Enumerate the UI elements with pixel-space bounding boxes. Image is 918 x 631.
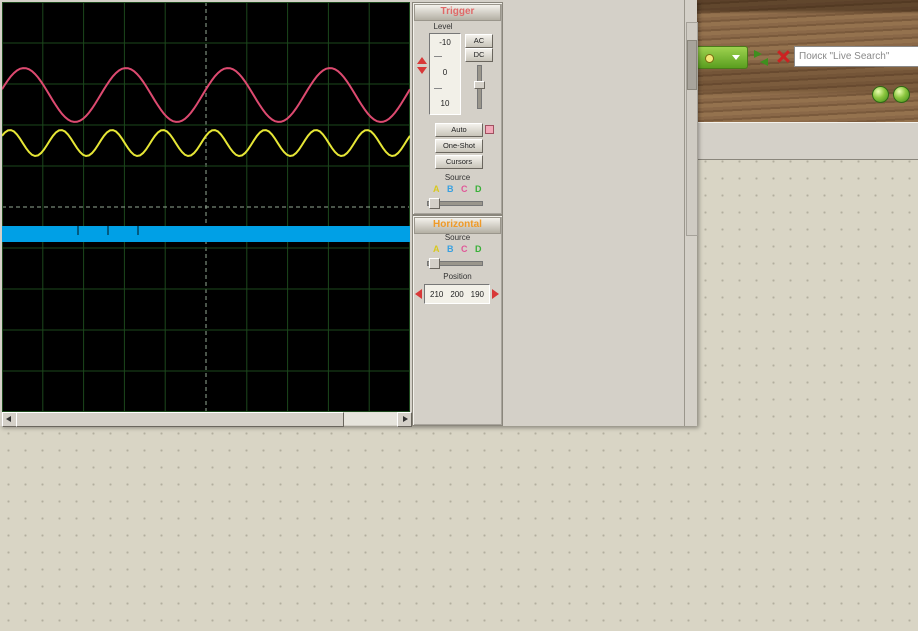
horizontal-position-label: Position <box>413 272 502 281</box>
horizontal-source-c[interactable]: C <box>461 244 468 254</box>
trigger-fine-slider[interactable] <box>474 65 483 109</box>
scale-value: 190 <box>471 290 484 299</box>
trigger-source-b[interactable]: B <box>447 184 454 194</box>
trigger-source-c[interactable]: C <box>461 184 468 194</box>
trigger-ac-button[interactable]: AC <box>465 34 493 48</box>
scale-value: 200 <box>450 290 463 299</box>
horizontal-source-b[interactable]: B <box>447 244 454 254</box>
screen: TriggerLevel-10010ACDCAutoOne-ShotCursor… <box>0 0 918 631</box>
side-scrollbar-thumb[interactable] <box>687 40 697 90</box>
screen-scrollbar[interactable] <box>2 412 410 425</box>
trigger-source-slider[interactable] <box>427 198 483 207</box>
waveform-display <box>2 2 410 412</box>
slider-thumb[interactable] <box>429 198 440 209</box>
trigger-auto-lamp <box>485 125 494 134</box>
side-scrollbar[interactable] <box>684 0 697 426</box>
trigger-cursors-button[interactable]: Cursors <box>435 155 483 169</box>
horizontal-source-label: Source <box>413 233 502 242</box>
arrow-left-icon <box>760 58 768 66</box>
scroll-right-button[interactable] <box>397 412 412 427</box>
horizontal-panel: HorizontalSource ABCD Position 210 200 190 <box>412 215 503 426</box>
desktop-area <box>696 0 918 122</box>
position-arrow-right-icon[interactable] <box>492 289 499 299</box>
position-arrow-left-icon[interactable] <box>415 289 422 299</box>
trigger-level-arrows[interactable] <box>417 57 427 74</box>
search-scope-dropdown[interactable] <box>696 46 748 69</box>
slider-thumb[interactable] <box>429 258 440 269</box>
trigger-dc-button[interactable]: DC <box>465 48 493 62</box>
swap-icon[interactable] <box>752 47 772 67</box>
arrow-down-icon <box>417 67 427 74</box>
oscilloscope-window: TriggerLevel-10010ACDCAutoOne-ShotCursor… <box>0 0 697 426</box>
horizontal-position-slider[interactable]: 210 200 190 <box>424 284 490 304</box>
trigger-one-shot-button[interactable]: One-Shot <box>435 139 483 153</box>
arrow-right-icon <box>754 50 762 58</box>
application-toolbar <box>696 122 918 160</box>
slider-thumb[interactable] <box>474 81 485 89</box>
scroll-right-icon <box>403 416 408 422</box>
scale-value: 210 <box>430 290 443 299</box>
scale-tick <box>434 88 442 89</box>
status-orb-2[interactable] <box>893 86 910 103</box>
dropdown-dot-icon <box>705 54 714 63</box>
scale-value: 10 <box>430 98 460 110</box>
scale-value: 0 <box>430 67 460 79</box>
chevron-down-icon <box>732 55 740 60</box>
trigger-level-slider[interactable]: -10 0 10 <box>429 33 461 115</box>
trigger-source-d[interactable]: D <box>475 184 482 194</box>
scroll-left-button[interactable] <box>2 412 17 427</box>
scroll-left-icon <box>6 416 11 422</box>
arrow-up-icon <box>417 57 427 64</box>
trigger-source-a[interactable]: A <box>433 184 440 194</box>
status-orb-1[interactable] <box>872 86 889 103</box>
horizontal-source-d[interactable]: D <box>475 244 482 254</box>
horizontal-header: Horizontal <box>414 217 501 234</box>
trigger-header: Trigger <box>414 4 501 21</box>
horizontal-source-slider[interactable] <box>427 258 483 267</box>
trigger-panel: TriggerLevel-10010ACDCAutoOne-ShotCursor… <box>412 2 503 215</box>
trigger-level-label: Level <box>419 22 467 31</box>
close-icon[interactable] <box>776 49 791 64</box>
trigger-source-label: Source <box>413 173 502 182</box>
search-input[interactable] <box>794 46 918 67</box>
oscilloscope-screen <box>2 2 410 412</box>
scale-value: -10 <box>430 37 460 49</box>
trigger-auto-button[interactable]: Auto <box>435 123 483 137</box>
scale-tick <box>434 56 442 57</box>
channel-b-trace <box>2 226 410 242</box>
scrollbar-thumb[interactable] <box>16 412 344 427</box>
horizontal-source-a[interactable]: A <box>433 244 440 254</box>
